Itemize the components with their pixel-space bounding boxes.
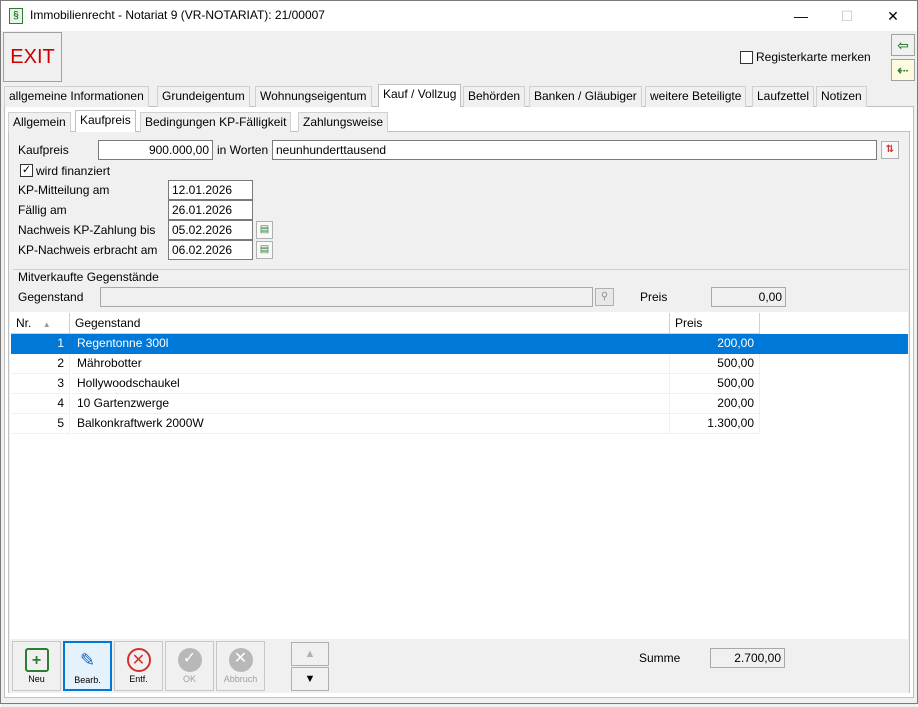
sort-ascending-icon: ▲ [42,320,51,329]
delete-button-label: Entf. [129,674,148,684]
row-gegenstand: Hollywoodschaukel [72,374,670,394]
tab-kauf-vollzug[interactable]: Kauf / Vollzug [378,84,462,107]
table-row[interactable]: 3 Hollywoodschaukel 500,00 [11,374,908,394]
tab-wohnungseigentum[interactable]: Wohnungseigentum [255,86,372,107]
row-gegenstand: 10 Gartenzwerge [72,394,670,414]
summe-field: 2.700,00 [710,648,785,668]
move-down-button[interactable]: ▼ [291,667,329,691]
new-button-label: Neu [28,674,45,684]
remember-tab-checkbox[interactable] [740,51,753,64]
subtab-kaufpreis[interactable]: Kaufpreis [75,110,136,132]
faellig-field[interactable]: 26.01.2026 [168,200,253,220]
search-icon[interactable]: ⚲ [595,288,614,306]
pencil-icon: ✎ [79,650,96,670]
check-icon: ✓ [177,648,202,672]
table-row[interactable]: 1 Regentonne 300l 200,00 [11,334,908,354]
preis-label: Preis [640,290,668,304]
cancel-icon: ✕ [228,648,253,672]
kaufpreis-label: Kaufpreis [18,143,69,157]
column-header-gegenstand[interactable]: Gegenstand [70,313,670,334]
summe-label: Summe [639,651,681,665]
move-up-button[interactable]: ▲ [291,642,329,666]
in-worten-label: in Worten [217,143,269,157]
ok-button-label: OK [182,674,196,684]
row-nr: 2 [11,354,70,374]
row-preis: 1.300,00 [670,414,760,434]
new-button[interactable]: + Neu [12,641,61,691]
tab-allgemeine-informationen[interactable]: allgemeine Informationen [4,86,149,107]
maximize-button: ☐ [840,8,854,24]
subtab-zahlungsweise[interactable]: Zahlungsweise [298,112,389,132]
remember-tab-label: Registerkarte merken [756,50,871,64]
arrow-left-yellow-icon[interactable]: ⇠ [891,59,915,81]
subtab-allgemein[interactable]: Allgemein [8,112,71,132]
cancel-button[interactable]: ✕ Abbruch [216,641,265,691]
preis-field[interactable]: 0,00 [711,287,786,307]
edit-button-label: Bearb. [74,675,101,685]
tab-banken-glaeubiger[interactable]: Banken / Gläubiger [529,86,642,107]
tab-grundeigentum[interactable]: Grundeigentum [157,86,250,107]
nachweis-zahlung-label: Nachweis KP-Zahlung bis [18,223,156,237]
gegenstand-label: Gegenstand [18,290,84,304]
delete-icon: ✕ [126,648,151,672]
subtab-bedingungen[interactable]: Bedingungen KP-Fälligkeit [140,112,292,132]
exit-button[interactable]: EXIT [3,32,62,82]
delete-button[interactable]: ✕ Entf. [114,641,163,691]
row-gegenstand: Balkonkraftwerk 2000W [72,414,670,434]
mitverkauft-group-label: Mitverkaufte Gegenstände [18,270,161,284]
row-nr: 5 [11,414,70,434]
row-nr: 4 [11,394,70,414]
tab-notizen[interactable]: Notizen [816,86,867,107]
ok-button[interactable]: ✓ OK [165,641,214,691]
row-preis: 200,00 [670,334,760,354]
triangle-down-icon: ▼ [304,673,316,685]
close-button[interactable]: ✕ [870,1,916,31]
swap-icon[interactable]: ⇅ [881,141,899,159]
calendar-icon[interactable]: ▤ [256,221,273,239]
arrow-left-green-icon[interactable]: ⇦ [891,34,915,56]
finanziert-label: wird finanziert [36,164,111,178]
column-header-preis[interactable]: Preis [670,313,760,334]
add-icon: + [24,648,49,672]
nachweis-zahlung-field[interactable]: 05.02.2026 [168,220,253,240]
calendar-icon[interactable]: ▤ [256,241,273,259]
faellig-label: Fällig am [18,203,67,217]
row-preis: 500,00 [670,374,760,394]
row-gegenstand: Mährobotter [72,354,670,374]
row-preis: 500,00 [670,354,760,374]
minimize-button[interactable]: — [778,1,824,31]
in-worten-field[interactable]: neunhunderttausend [272,140,877,160]
table-row[interactable]: 2 Mährobotter 500,00 [11,354,908,374]
table-row[interactable]: 4 10 Gartenzwerge 200,00 [11,394,908,414]
cancel-button-label: Abbruch [223,674,258,684]
row-preis: 200,00 [670,394,760,414]
triangle-up-icon: ▲ [304,648,316,660]
window-title: Immobilienrecht - Notariat 9 (VR-NOTARIA… [30,8,325,22]
tab-laufzettel[interactable]: Laufzettel [752,86,815,107]
kaufpreis-field[interactable]: 900.000,00 [98,140,213,160]
tab-behoerden[interactable]: Behörden [463,86,526,107]
column-header-nr-label: Nr. [16,316,32,330]
column-header-nr[interactable]: Nr. ▲ [11,313,70,334]
edit-button[interactable]: ✎ Bearb. [63,641,112,691]
row-nr: 1 [11,334,70,354]
nachweis-erbracht-field[interactable]: 06.02.2026 [168,240,253,260]
row-nr: 3 [11,374,70,394]
table-row[interactable]: 5 Balkonkraftwerk 2000W 1.300,00 [11,414,908,434]
nachweis-erbracht-label: KP-Nachweis erbracht am [18,243,158,257]
tab-weitere-beteiligte[interactable]: weitere Beteiligte [645,86,747,107]
row-gegenstand: Regentonne 300l [72,334,670,354]
paragraph-icon: § [9,8,23,24]
mitteilung-field[interactable]: 12.01.2026 [168,180,253,200]
mitteilung-label: KP-Mitteilung am [18,183,110,197]
finanziert-checkbox[interactable]: ✓ [20,164,33,177]
gegenstand-field[interactable] [100,287,593,307]
